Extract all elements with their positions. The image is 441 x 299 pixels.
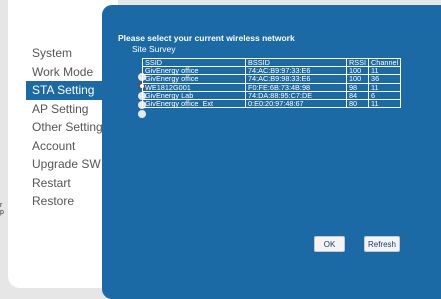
page-title: Please select your current wireless netw… xyxy=(118,33,295,43)
cell-ssid: GivEnergy office xyxy=(142,74,246,84)
cell-rssi: 100 xyxy=(345,74,370,84)
cell-bssid: 74:AC:B9:98:33:E6 xyxy=(245,74,347,84)
refresh-button[interactable]: Refresh xyxy=(364,236,400,252)
cut-off-text-line: p xyxy=(0,209,4,216)
cell-channel: 11 xyxy=(368,99,402,109)
site-survey-table: SSID BSSID RSSI Channel GivEnergy office… xyxy=(142,57,402,109)
table-row[interactable]: GivEnergy office_Ext 0:E0:20:97:48:67 80… xyxy=(142,99,402,109)
cut-off-text: r p xyxy=(0,202,4,216)
cell-channel: 36 xyxy=(368,74,402,84)
cell-ssid: GivEnergy office_Ext xyxy=(142,99,246,109)
cell-bssid: 0:E0:20:97:48:67 xyxy=(245,99,347,109)
network-radio[interactable] xyxy=(138,110,146,118)
table-row[interactable]: GivEnergy office 74:AC:B9:98:33:E6 100 3… xyxy=(142,74,402,84)
section-title: Site Survey xyxy=(132,44,176,54)
ok-button[interactable]: OK xyxy=(314,236,345,252)
main-panel: Please select your current wireless netw… xyxy=(102,5,441,299)
cell-rssi: 80 xyxy=(345,99,370,109)
cut-off-text-line: r xyxy=(0,202,3,209)
